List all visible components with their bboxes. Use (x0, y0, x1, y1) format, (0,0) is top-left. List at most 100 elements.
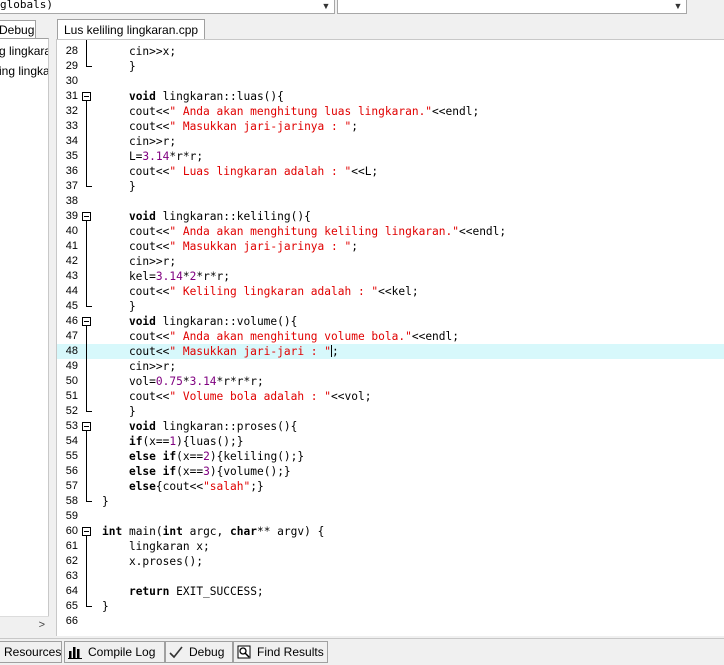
code-line[interactable]: 32 cout<<" Anda akan menghitung luas lin… (57, 104, 724, 119)
chevron-right-icon[interactable]: > (39, 619, 45, 631)
code-line[interactable]: 57 else{cout<<"salah";} (57, 479, 724, 494)
code-line[interactable]: 36 cout<<" Luas lingkaran adalah : "<<L; (57, 164, 724, 179)
code-line[interactable]: 28 cin>>x; (57, 44, 724, 59)
code-text: else{cout<<"salah";} (128, 480, 264, 493)
code-line[interactable]: 58} (57, 494, 724, 509)
code-line[interactable]: 35 L=3.14*r*r; (57, 149, 724, 164)
line-number: 49 (65, 360, 78, 372)
tab-debug[interactable]: Debug (0, 20, 36, 38)
fold-collapse-icon[interactable] (82, 317, 91, 326)
code-line[interactable]: 52 } (57, 404, 724, 419)
code-line[interactable]: 50 vol=0.75*3.14*r*r*r; (57, 374, 724, 389)
fold-collapse-icon[interactable] (82, 422, 91, 431)
fold-end-marker (86, 411, 92, 412)
code-line[interactable]: 47 cout<<" Anda akan menghitung volume b… (57, 329, 724, 344)
code-line[interactable]: 46 void lingkaran::volume(){ (57, 314, 724, 329)
code-line[interactable]: 53 void lingkaran::proses(){ (57, 419, 724, 434)
code-line[interactable]: 64 return EXIT_SUCCESS; (57, 584, 724, 599)
fold-collapse-icon[interactable] (82, 92, 91, 101)
tree-item[interactable]: g lingkara (0, 44, 48, 58)
chevron-down-icon[interactable]: ▼ (672, 0, 684, 12)
line-number: 58 (65, 495, 78, 507)
code-line[interactable]: 56 else if(x==3){volume();} (57, 464, 724, 479)
code-line[interactable]: 48 cout<<" Masukkan jari-jari : "; (57, 344, 724, 359)
code-line[interactable]: 61 lingkaran x; (57, 539, 724, 554)
code-line[interactable]: 33 cout<<" Masukkan jari-jarinya : "; (57, 119, 724, 134)
code-line[interactable]: 54 if(x==1){luas();} (57, 434, 724, 449)
code-text: kel=3.14*2*r*r; (102, 270, 231, 283)
code-line[interactable]: 37 } (57, 179, 724, 194)
code-line[interactable]: 59 (57, 509, 724, 524)
code-line[interactable]: 34 cin>>r; (57, 134, 724, 149)
tab-resources[interactable]: Resources (0, 641, 62, 663)
class-browser-toolbar: globals) ▼ ▼ (0, 0, 724, 16)
code-text: vol=0.75*3.14*r*r*r; (102, 375, 264, 388)
code-text: void lingkaran::proses(){ (128, 420, 298, 433)
line-number: 42 (65, 255, 78, 267)
editor-tab-bar: Lus keliling lingkaran.cpp (50, 16, 724, 39)
line-number: 40 (65, 225, 78, 237)
code-text: else if(x==3){volume();} (128, 465, 291, 478)
code-line[interactable]: 45 } (57, 299, 724, 314)
line-number: 43 (65, 270, 78, 282)
fold-collapse-icon[interactable] (82, 212, 91, 221)
line-number: 37 (65, 180, 78, 192)
fold-guide (86, 40, 87, 67)
line-number: 48 (65, 345, 78, 357)
code-line[interactable]: 60 int main(int argc, char** argv) { (57, 524, 724, 539)
code-line[interactable]: 63 (57, 569, 724, 584)
code-line[interactable]: 51 cout<<" Volume bola adalah : "<<vol; (57, 389, 724, 404)
code-line[interactable]: 29 } (57, 59, 724, 74)
line-number: 32 (65, 105, 78, 117)
tab-debug-label: Debug (189, 645, 225, 659)
code-line[interactable]: 55 else if(x==2){keliling();} (57, 449, 724, 464)
code-text: L=3.14*r*r; (102, 150, 204, 163)
code-line[interactable]: 42 cin>>r; (57, 254, 724, 269)
fold-guide (86, 326, 87, 411)
line-number: 55 (65, 450, 78, 462)
member-combo[interactable]: ▼ (337, 0, 687, 14)
line-number: 47 (65, 330, 78, 342)
fold-guide (86, 431, 87, 501)
scope-combo[interactable]: globals) ▼ (0, 0, 335, 14)
code-text: cout<<" Masukkan jari-jari : "; (102, 345, 339, 358)
code-text: cout<<" Masukkan jari-jarinya : "; (102, 240, 358, 253)
bottom-tab-bar: Resources Compile Log Debug Find Results (0, 638, 724, 665)
code-text: } (102, 495, 109, 508)
tab-compile-log[interactable]: Compile Log (64, 641, 165, 663)
tab-find-results[interactable]: Find Results (233, 641, 328, 663)
code-line[interactable]: 49 cin>>r; (57, 359, 724, 374)
chevron-down-icon[interactable]: ▼ (320, 0, 332, 12)
line-number: 60 (65, 525, 78, 537)
code-line[interactable]: 66 (57, 614, 724, 629)
code-line[interactable]: 31 void lingkaran::luas(){ (57, 89, 724, 104)
code-line[interactable]: 62 x.proses(); (57, 554, 724, 569)
fold-collapse-icon[interactable] (82, 527, 91, 536)
code-line[interactable]: 40 cout<<" Anda akan menghitung keliling… (57, 224, 724, 239)
tab-resources-label: Resources (4, 645, 62, 659)
fold-guide (86, 221, 87, 306)
line-number: 31 (65, 90, 78, 102)
line-number: 28 (65, 45, 78, 57)
line-number: 30 (65, 75, 78, 87)
tab-file[interactable]: Lus keliling lingkaran.cpp (57, 19, 206, 39)
code-text: } (102, 180, 136, 193)
fold-guide (86, 101, 87, 186)
tree-item[interactable]: ing lingka (0, 64, 48, 78)
chart-bars-icon (68, 647, 82, 659)
code-line[interactable]: 44 cout<<" Keliling lingkaran adalah : "… (57, 284, 724, 299)
line-number: 35 (65, 150, 78, 162)
line-number: 51 (65, 390, 78, 402)
code-line[interactable]: 39 void lingkaran::keliling(){ (57, 209, 724, 224)
code-line[interactable]: 41 cout<<" Masukkan jari-jarinya : "; (57, 239, 724, 254)
code-text: void lingkaran::volume(){ (128, 315, 298, 328)
horizontal-scrollbar[interactable]: > (0, 616, 49, 635)
code-editor[interactable]: 28 cin>>x; 29 } 3031 void lingkaran::luas(… (56, 39, 724, 636)
code-line[interactable]: 43 kel=3.14*2*r*r; (57, 269, 724, 284)
code-text: x.proses(); (102, 555, 204, 568)
code-line[interactable]: 38 (57, 194, 724, 209)
tab-debug-bottom[interactable]: Debug (165, 641, 233, 663)
code-line[interactable]: 30 (57, 74, 724, 89)
line-number: 62 (65, 555, 78, 567)
code-line[interactable]: 65} (57, 599, 724, 614)
